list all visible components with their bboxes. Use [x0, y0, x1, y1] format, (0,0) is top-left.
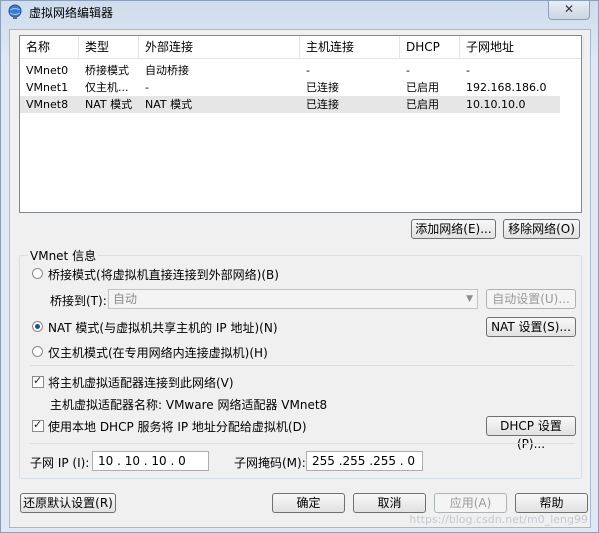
apply-button[interactable]: 应用(A): [434, 493, 507, 513]
connect-adapter-checkbox[interactable]: [32, 374, 44, 388]
nat-mode-radio[interactable]: [32, 321, 43, 332]
cell-dhcp: 已启用: [406, 81, 439, 94]
cell-dhcp: 已启用: [406, 98, 439, 111]
column-header-subnet[interactable]: 子网地址: [460, 36, 584, 58]
column-header-type[interactable]: 类型: [79, 36, 139, 58]
network-list[interactable]: 名称 类型 外部连接 主机连接 DHCP 子网地址 VMnet0 桥接模式 自动…: [19, 35, 584, 213]
connect-adapter-label[interactable]: 将主机虚拟适配器连接到此网络(V): [48, 374, 234, 391]
cell-subnet: 10.10.10.0: [466, 98, 526, 111]
add-network-button[interactable]: 添加网络(E)...: [411, 219, 496, 239]
subnet-mask-label: 子网掩码(M):: [234, 456, 306, 470]
dialog-body: 名称 类型 外部连接 主机连接 DHCP 子网地址 VMnet0 桥接模式 自动…: [9, 29, 591, 528]
divider: [30, 365, 575, 366]
bridged-mode-label[interactable]: 桥接模式(将虚拟机直接连接到外部网络)(B): [48, 266, 279, 283]
subnet-ip-label: 子网 IP (I):: [30, 456, 90, 470]
cell-subnet: -: [466, 64, 470, 77]
subnet-ip-input[interactable]: 10 . 10 . 10 . 0: [92, 451, 209, 471]
host-only-radio[interactable]: [32, 346, 43, 357]
help-button[interactable]: 帮助: [515, 493, 588, 513]
network-globe-icon: [8, 4, 22, 19]
divider: [30, 443, 575, 444]
table-row-selected[interactable]: VMnet8 NAT 模式 NAT 模式 已连接 已启用 10.10.10.0: [20, 96, 560, 113]
cell-host: 已连接: [306, 81, 339, 94]
nat-settings-button[interactable]: NAT 设置(S)...: [486, 317, 576, 337]
column-header-dhcp[interactable]: DHCP: [400, 36, 460, 58]
cell-host: 已连接: [306, 98, 339, 111]
close-button[interactable]: ✕: [548, 0, 590, 20]
use-dhcp-label[interactable]: 使用本地 DHCP 服务将 IP 地址分配给虚拟机(D): [48, 418, 307, 435]
cell-host: -: [306, 64, 310, 77]
ok-button[interactable]: 确定: [272, 493, 345, 513]
column-header-external[interactable]: 外部连接: [139, 36, 300, 58]
adapter-name-text: 主机虚拟适配器名称: VMware 网络适配器 VMnet8: [50, 398, 328, 412]
cancel-button[interactable]: 取消: [353, 493, 426, 513]
dhcp-settings-button[interactable]: DHCP 设置(P)...: [486, 416, 576, 451]
table-row[interactable]: VMnet1 仅主机... - 已连接 已启用 192.168.186.0: [20, 79, 560, 96]
bridge-to-label: 桥接到(T):: [50, 294, 107, 308]
title-bar: 虚拟网络编辑器 ✕: [1, 0, 598, 23]
cell-external: NAT 模式: [145, 98, 193, 111]
cell-name: VMnet8: [26, 98, 69, 111]
cell-subnet: 192.168.186.0: [466, 81, 547, 94]
restore-defaults-button[interactable]: 还原默认设置(R): [20, 493, 116, 513]
cell-name: VMnet1: [26, 81, 69, 94]
remove-network-button[interactable]: 移除网络(O): [503, 219, 580, 239]
chevron-down-icon: ▼: [466, 294, 473, 304]
bridge-to-value: 自动: [113, 292, 138, 306]
nat-mode-label[interactable]: NAT 模式(与虚拟机共享主机的 IP 地址)(N): [48, 319, 278, 336]
dialog-window: 虚拟网络编辑器 ✕ 名称 类型 外部连接 主机连接 DHCP 子网地址 VMne…: [0, 0, 599, 533]
auto-settings-button[interactable]: 自动设置(U)...: [486, 289, 576, 309]
host-only-label[interactable]: 仅主机模式(在专用网络内连接虚拟机)(H): [48, 344, 268, 361]
list-header: 名称 类型 外部连接 主机连接 DHCP 子网地址: [20, 36, 584, 59]
cell-type: 仅主机...: [85, 81, 129, 94]
cell-type: 桥接模式: [85, 64, 129, 77]
bridged-mode-radio[interactable]: [32, 268, 43, 279]
window-title: 虚拟网络编辑器: [29, 6, 114, 20]
cell-name: VMnet0: [26, 64, 69, 77]
column-header-host[interactable]: 主机连接: [300, 36, 400, 58]
vmnet-info-title: VMnet 信息: [28, 247, 99, 264]
bridge-to-select[interactable]: 自动 ▼: [108, 289, 478, 309]
table-row[interactable]: VMnet0 桥接模式 自动桥接 - - -: [20, 62, 560, 79]
use-dhcp-checkbox[interactable]: [32, 418, 44, 432]
subnet-mask-input[interactable]: 255 .255 .255 . 0: [306, 451, 423, 471]
cell-dhcp: -: [406, 64, 410, 77]
watermark-text: https://blog.csdn.net/m0_leng99: [409, 513, 588, 526]
cell-external: 自动桥接: [145, 64, 189, 77]
cell-type: NAT 模式: [85, 98, 133, 111]
column-header-name[interactable]: 名称: [20, 36, 79, 58]
cell-external: -: [145, 81, 149, 94]
